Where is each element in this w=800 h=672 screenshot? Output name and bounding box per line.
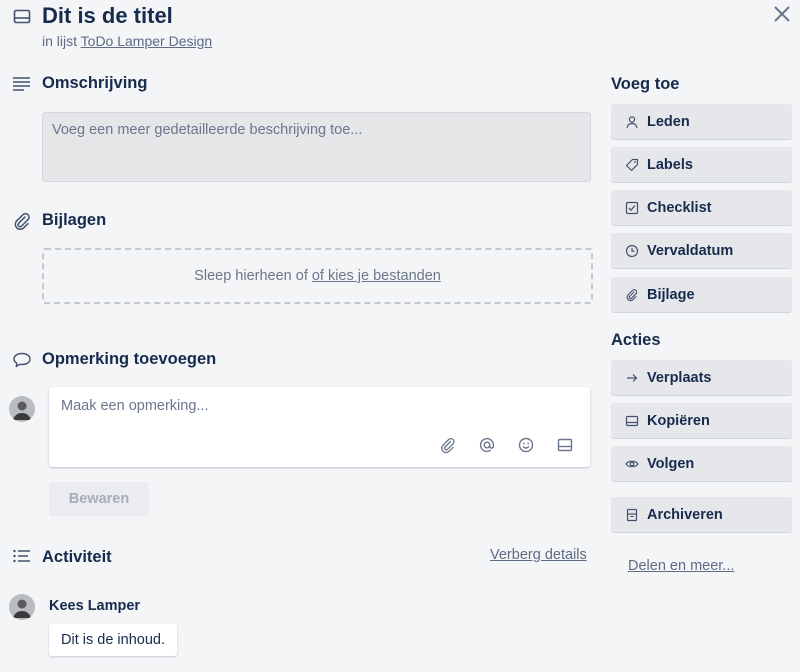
checkbox-icon xyxy=(625,201,639,215)
hide-details-link[interactable]: Verberg details xyxy=(490,547,587,563)
follow-label: Volgen xyxy=(647,455,695,472)
comment-placeholder: Maak een opmerking... xyxy=(61,398,209,414)
arrow-right-icon xyxy=(625,371,639,385)
copy-label: Kopiëren xyxy=(647,412,710,429)
list-prefix: in lijst xyxy=(42,33,78,49)
members-button[interactable]: Leden xyxy=(611,104,792,139)
add-heading: Voeg toe xyxy=(611,75,680,93)
archive-label: Archiveren xyxy=(647,506,723,523)
labels-button[interactable]: Labels xyxy=(611,147,792,182)
description-icon xyxy=(12,74,32,94)
mention-icon[interactable] xyxy=(478,436,496,454)
share-more-link[interactable]: Delen en meer... xyxy=(628,558,734,574)
activity-content: Dit is de inhoud. xyxy=(49,624,177,656)
card-icon xyxy=(12,7,32,27)
checklist-button[interactable]: Checklist xyxy=(611,190,792,225)
move-button[interactable]: Verplaats xyxy=(611,360,792,395)
list-reference: in lijst ToDo Lamper Design xyxy=(42,33,212,49)
follow-button[interactable]: Volgen xyxy=(611,446,792,481)
description-heading: Omschrijving xyxy=(42,74,148,92)
members-label: Leden xyxy=(647,113,690,130)
due-date-label: Vervaldatum xyxy=(647,242,734,259)
move-label: Verplaats xyxy=(647,369,712,386)
comment-toolbar xyxy=(439,436,574,454)
avatar xyxy=(9,396,35,422)
due-date-button[interactable]: Vervaldatum xyxy=(611,233,792,268)
comment-icon xyxy=(12,350,32,370)
card-icon[interactable] xyxy=(556,436,574,454)
comment-heading: Opmerking toevoegen xyxy=(42,350,217,368)
paperclip-icon xyxy=(625,288,639,302)
close-icon[interactable] xyxy=(770,2,794,26)
archive-icon xyxy=(625,508,639,522)
attachment-button[interactable]: Bijlage xyxy=(611,277,792,312)
attachments-heading: Bijlagen xyxy=(42,211,107,229)
emoji-icon[interactable] xyxy=(517,436,535,454)
activity-icon xyxy=(12,547,32,567)
archive-button[interactable]: Archiveren xyxy=(611,497,792,532)
checklist-label: Checklist xyxy=(647,199,712,216)
avatar xyxy=(9,594,35,620)
tag-icon xyxy=(625,158,639,172)
attachment-icon[interactable] xyxy=(439,436,457,454)
eye-icon xyxy=(625,457,639,471)
clock-icon xyxy=(625,244,639,258)
activity-heading: Activiteit xyxy=(42,548,112,566)
description-input[interactable]: Voeg een meer gedetailleerde beschrijvin… xyxy=(42,112,591,182)
drop-text: Sleep hierheen of xyxy=(194,268,308,284)
activity-author[interactable]: Kees Lamper xyxy=(49,598,140,614)
attachment-label: Bijlage xyxy=(647,286,695,303)
choose-files-link[interactable]: of kies je bestanden xyxy=(312,268,441,284)
list-link[interactable]: ToDo Lamper Design xyxy=(81,33,213,49)
paperclip-icon xyxy=(12,211,32,231)
copy-button[interactable]: Kopiëren xyxy=(611,403,792,438)
person-icon xyxy=(625,115,639,129)
save-button[interactable]: Bewaren xyxy=(49,482,149,516)
card-icon xyxy=(625,414,639,428)
card-title[interactable]: Dit is de titel xyxy=(42,3,173,29)
comment-input[interactable]: Maak een opmerking... xyxy=(49,387,590,467)
labels-label: Labels xyxy=(647,156,693,173)
actions-heading: Acties xyxy=(611,331,661,349)
attachment-drop-zone[interactable]: Sleep hierheen of of kies je bestanden xyxy=(42,248,593,304)
